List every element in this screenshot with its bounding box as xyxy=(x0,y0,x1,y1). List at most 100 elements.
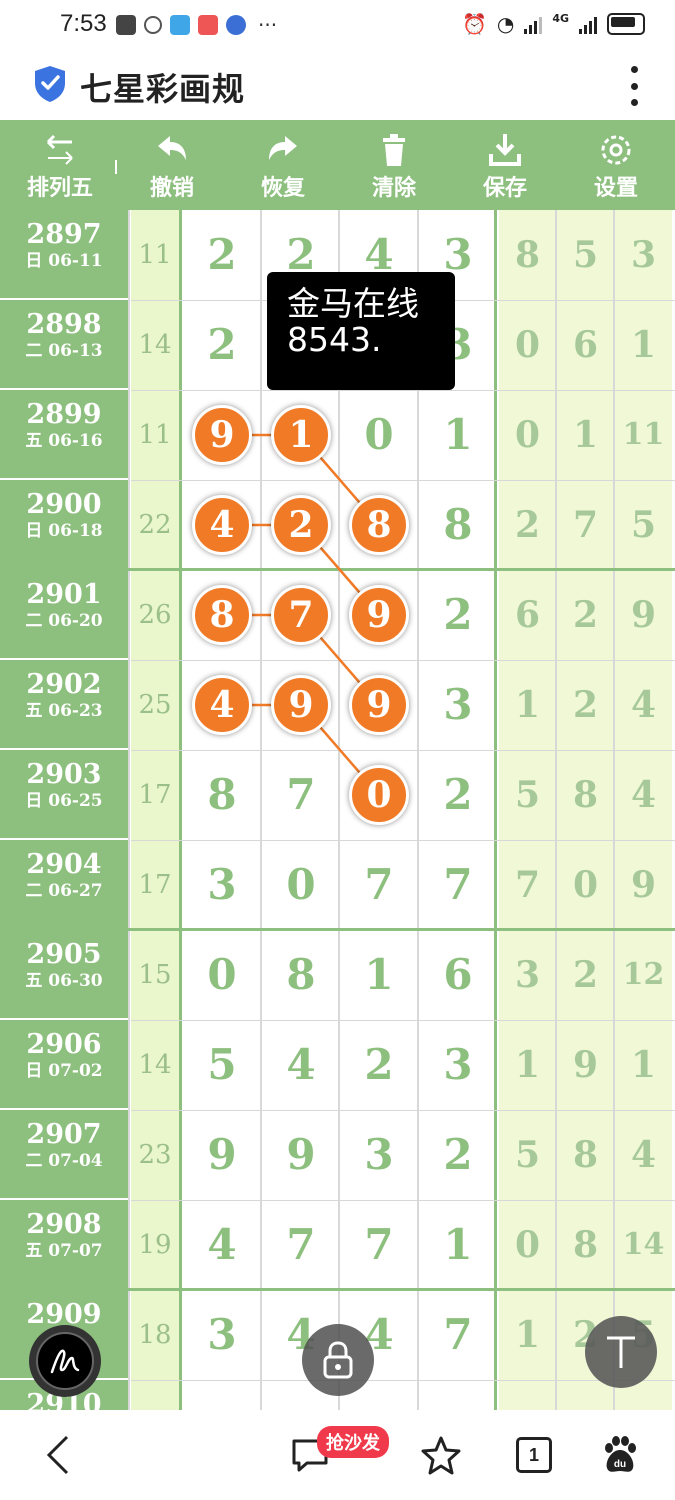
grid-line xyxy=(131,390,675,391)
stat-cell: 1 xyxy=(499,660,556,750)
lottery-type-button[interactable]: 排列五 xyxy=(15,120,105,210)
lock-button[interactable] xyxy=(302,1324,374,1396)
digit-cell[interactable]: 4 xyxy=(262,1020,340,1110)
undo-button[interactable]: 撤销 xyxy=(127,120,217,210)
signature-icon xyxy=(50,1349,80,1374)
issue-cell: 2905 五 06-30 xyxy=(0,930,128,1020)
highlighted-digit-ball[interactable]: 7 xyxy=(271,585,331,645)
stat-cell: 5 xyxy=(499,750,556,840)
highlighted-digit-ball[interactable]: 1 xyxy=(271,405,331,465)
digit-cell[interactable]: 1 xyxy=(340,930,418,1020)
digit-cell[interactable]: 1 xyxy=(419,1200,497,1290)
digit-cell[interactable]: 7 xyxy=(340,1200,418,1290)
stat-cell: 9 xyxy=(557,1020,614,1110)
alarm-icon: ⏰ xyxy=(461,12,487,36)
settings-button[interactable]: 设置 xyxy=(571,120,661,210)
highlighted-digit-ball[interactable]: 9 xyxy=(349,675,409,735)
digit-cell[interactable]: 4 xyxy=(183,1200,261,1290)
stat-cell: 7 xyxy=(499,840,556,930)
save-button[interactable]: 保存 xyxy=(460,120,550,210)
tooltip: 金马在线 8543. xyxy=(267,272,455,390)
digit-cell[interactable] xyxy=(419,1380,497,1410)
digit-cell[interactable]: 0 xyxy=(340,390,418,480)
digit-cell[interactable]: 2 xyxy=(419,570,497,660)
digit-cell[interactable]: 3 xyxy=(183,840,261,930)
favorite-button[interactable] xyxy=(413,1410,469,1500)
digit-cell[interactable] xyxy=(183,1380,261,1410)
digit-cell[interactable]: 7 xyxy=(262,1200,340,1290)
baidu-button[interactable]: du xyxy=(592,1410,648,1500)
app-title-bar: 七星彩画规 xyxy=(0,50,675,120)
digit-cell[interactable]: 1 xyxy=(419,390,497,480)
highlighted-digit-ball[interactable]: 8 xyxy=(349,495,409,555)
sum-cell xyxy=(131,1380,179,1410)
digit-cell[interactable]: 7 xyxy=(419,1290,497,1380)
issue-cell: 2900 日 06-18 xyxy=(0,480,128,570)
stat-cell: 8 xyxy=(499,210,556,300)
digit-cell[interactable]: 8 xyxy=(262,930,340,1020)
grid-line xyxy=(131,1020,675,1021)
digit-cell[interactable]: 2 xyxy=(419,750,497,840)
clear-button[interactable]: 清除 xyxy=(349,120,439,210)
highlighted-digit-ball[interactable]: 0 xyxy=(349,765,409,825)
stat-cell: 4 xyxy=(615,750,672,840)
issue-cell: 2897 日 06-11 xyxy=(0,210,128,300)
issue-date: 二 06-27 xyxy=(25,881,103,901)
back-button[interactable] xyxy=(30,1410,86,1500)
digit-cell[interactable]: 3 xyxy=(419,1020,497,1110)
digit-cell[interactable]: 8 xyxy=(419,480,497,570)
stat-cell: 1 xyxy=(615,300,672,390)
digit-cell[interactable]: 2 xyxy=(419,1110,497,1200)
highlighted-digit-ball[interactable]: 9 xyxy=(192,405,252,465)
redo-button[interactable]: 恢复 xyxy=(238,120,328,210)
handwriting-button[interactable] xyxy=(29,1325,101,1397)
stat-cell: 1 xyxy=(499,1020,556,1110)
more-menu-icon[interactable] xyxy=(629,66,639,106)
highlighted-digit-ball[interactable]: 9 xyxy=(349,585,409,645)
highlighted-digit-ball[interactable]: 4 xyxy=(192,675,252,735)
digit-cell[interactable]: 9 xyxy=(183,1110,261,1200)
digit-cell[interactable]: 7 xyxy=(262,750,340,840)
highlighted-digit-ball[interactable]: 2 xyxy=(271,495,331,555)
digit-cell[interactable]: 3 xyxy=(183,1290,261,1380)
digit-cell[interactable]: 7 xyxy=(419,840,497,930)
highlighted-digit-ball[interactable]: 8 xyxy=(192,585,252,645)
stat-cell: 8 xyxy=(557,1110,614,1200)
toolbar: 排列五 撤销 恢复 清除 保存 设置 xyxy=(0,120,675,210)
battery-icon xyxy=(607,13,645,35)
digit-cell[interactable]: 2 xyxy=(183,210,261,300)
digit-cell[interactable]: 0 xyxy=(262,840,340,930)
digit-cell[interactable]: 2 xyxy=(340,1020,418,1110)
issue-number: 2902 xyxy=(26,669,102,700)
issue-number: 2901 xyxy=(26,579,102,610)
digit-cell[interactable]: 5 xyxy=(183,1020,261,1110)
issue-number: 2907 xyxy=(26,1119,102,1150)
system-icons: ⏰ ◔ 4G xyxy=(462,12,645,36)
digit-cell[interactable]: 6 xyxy=(419,930,497,1020)
issue-date: 日 06-25 xyxy=(25,791,103,811)
sum-cell: 26 xyxy=(131,570,179,660)
digit-cell[interactable]: 8 xyxy=(183,750,261,840)
trend-chart-grid[interactable]: 2897 日 06-11 11 2 2 4 3 8 5 3 2898 二 06-13 14 2 3 0 6 1 28… xyxy=(0,210,675,1410)
digit-cell[interactable]: 3 xyxy=(419,660,497,750)
settings-hex-icon xyxy=(144,16,162,34)
digit-cell[interactable]: 0 xyxy=(183,930,261,1020)
highlighted-digit-ball[interactable]: 9 xyxy=(271,675,331,735)
digit-cell[interactable]: 2 xyxy=(183,300,261,390)
issue-cell: 2907 二 07-04 xyxy=(0,1110,128,1200)
stat-cell: 1 xyxy=(499,1290,556,1380)
issue-date: 五 06-23 xyxy=(25,701,103,721)
notification-icons: ··· xyxy=(116,13,277,37)
highlighted-digit-ball[interactable]: 4 xyxy=(192,495,252,555)
stat-cell: 5 xyxy=(557,210,614,300)
stat-cell: 12 xyxy=(615,930,672,1020)
scroll-top-button[interactable] xyxy=(585,1316,657,1388)
tabs-button[interactable]: 1 xyxy=(506,1410,562,1500)
digit-cell[interactable]: 7 xyxy=(340,840,418,930)
signal-icon-1 xyxy=(524,14,543,34)
stat-cell: 5 xyxy=(499,1110,556,1200)
issue-cell: 2906 日 07-02 xyxy=(0,1020,128,1110)
issue-number: 2899 xyxy=(26,399,102,430)
digit-cell[interactable]: 9 xyxy=(262,1110,340,1200)
digit-cell[interactable]: 3 xyxy=(340,1110,418,1200)
